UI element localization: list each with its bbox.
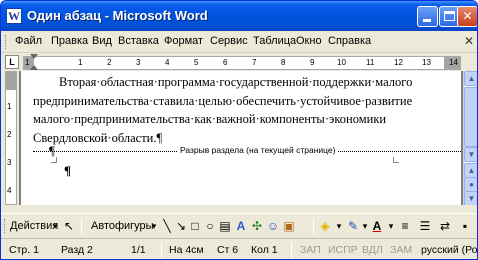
ruler-number: 8 (281, 58, 286, 67)
ruler-number: 7 (252, 58, 257, 67)
paragraph-line: малого·предпринимательства·как·важной·ко… (33, 112, 387, 126)
ruler-number: 1 (25, 58, 30, 67)
oval-tool-icon[interactable]: ○ (202, 218, 218, 234)
ruler-number: 14 (449, 58, 458, 67)
wordart-icon[interactable]: A (233, 218, 249, 234)
text-cursor-pilcrow: ¶ (64, 163, 72, 178)
tab-stop-selector[interactable]: L (5, 55, 19, 69)
vertical-ruler-bar: 1 2 3 4 (5, 71, 17, 205)
status-separator (161, 242, 162, 258)
menu-format[interactable]: Формат (164, 35, 203, 47)
vruler-number: 4 (7, 186, 12, 195)
minimize-icon (423, 19, 431, 22)
status-line[interactable]: Ст 6 (217, 244, 238, 256)
ruler-number: 2 (107, 58, 112, 67)
paragraph[interactable]: Вторая·областная·программа·государственн… (33, 73, 461, 147)
document-close-icon[interactable]: ✕ (463, 34, 475, 48)
menu-tools[interactable]: Сервис (210, 35, 248, 47)
text-boundary-corner (393, 157, 399, 163)
minimize-button[interactable] (417, 6, 438, 27)
word-window: W Один абзац - Microsoft Word ✕ Файл Пра… (0, 0, 478, 260)
ruler-number: 4 (165, 58, 170, 67)
line-style-icon[interactable]: ≡ (397, 218, 413, 234)
hanging-indent-marker[interactable] (30, 65, 38, 70)
scroll-down-button[interactable]: ▼ (464, 147, 477, 162)
close-button[interactable]: ✕ (457, 6, 477, 27)
select-objects-icon[interactable]: ↖ (61, 218, 77, 234)
first-line-indent-marker[interactable] (30, 54, 38, 59)
autoshapes-menu[interactable]: Автофигуры (91, 220, 154, 232)
status-page[interactable]: Стр. 1 (9, 244, 39, 256)
vertical-ruler-top-margin (6, 72, 16, 90)
ruler-number: 10 (337, 58, 346, 67)
document-area: Вторая·областная·программа·государственн… (19, 71, 463, 205)
ruler-number: 6 (223, 58, 228, 67)
maximize-icon (444, 11, 455, 21)
menu-file[interactable]: Файл (15, 35, 42, 47)
ruler-number: 1 (78, 58, 83, 67)
status-pages[interactable]: 1/1 (131, 244, 146, 256)
menu-bar: Файл Правка Вид Вставка Формат Сервис Та… (1, 31, 477, 53)
scroll-up-button[interactable]: ▲ (464, 71, 477, 86)
status-trk[interactable]: ИСПР (328, 244, 358, 256)
status-column[interactable]: Кол 1 (251, 244, 278, 256)
dash-style-icon[interactable]: ☰ (417, 218, 433, 234)
menu-edit[interactable]: Правка (51, 35, 88, 47)
status-language[interactable]: русский (Ро (421, 244, 477, 256)
section-break-label: Разрыв раздела (на текущей странице) (178, 145, 338, 155)
status-rec[interactable]: ЗАП (300, 244, 321, 256)
horizontal-scroll-strip (1, 205, 477, 213)
diagram-icon[interactable]: ✣ (249, 218, 265, 234)
text-boundary-corner (51, 157, 57, 163)
select-browse-object-button[interactable]: ● (464, 177, 477, 192)
menu-view[interactable]: Вид (92, 35, 112, 47)
status-bar: Стр. 1 Разд 2 1/1 На 4см Ст 6 Кол 1 ЗАП … (1, 238, 477, 259)
scroll-thumb[interactable] (464, 87, 477, 147)
status-ext[interactable]: ВДЛ (362, 244, 383, 256)
menu-insert[interactable]: Вставка (118, 35, 159, 47)
ruler-number: 9 (310, 58, 315, 67)
status-section[interactable]: Разд 2 (61, 244, 93, 256)
arrow-style-icon[interactable]: ⇄ (437, 218, 453, 234)
vertical-ruler[interactable]: 1 2 3 4 (1, 71, 19, 205)
ruler-number: 12 (394, 58, 403, 67)
ruler-right-cap (463, 55, 477, 71)
clip-art-icon[interactable]: ☺ (265, 218, 281, 234)
horizontal-ruler[interactable]: 1 1 2 3 4 5 6 7 8 9 10 11 12 13 14 (23, 54, 461, 70)
rectangle-tool-icon[interactable]: □ (187, 218, 203, 234)
status-separator (291, 242, 292, 258)
vruler-number: 1 (7, 102, 12, 111)
ruler-number: 3 (136, 58, 141, 67)
title-bar[interactable]: W Один абзац - Microsoft Word ✕ (1, 1, 477, 31)
status-at[interactable]: На 4см (169, 244, 204, 256)
toolbar-separator (81, 218, 82, 234)
text-box-icon[interactable]: ▤ (217, 218, 233, 234)
paragraph-line: Вторая·областная·программа·государственн… (59, 75, 413, 89)
next-page-button[interactable]: ▼ (464, 191, 477, 206)
window-title: Один абзац - Microsoft Word (27, 8, 208, 23)
toolbar-grip[interactable] (4, 219, 7, 233)
toolbar-separator (313, 218, 314, 234)
shadow-style-icon[interactable]: ▪ (457, 218, 473, 234)
menu-grip[interactable] (5, 35, 8, 49)
drawing-toolbar: Действия ▾ ↖ Автофигуры ▾ ╲ ↘ □ ○ ▤ A ✣ … (1, 213, 477, 237)
menu-table[interactable]: Таблица (253, 35, 296, 47)
word-app-icon[interactable]: W (6, 8, 22, 24)
previous-page-button[interactable]: ▲ (464, 163, 477, 178)
menu-window[interactable]: Окно (296, 35, 322, 47)
vruler-number: 3 (7, 158, 12, 167)
paragraph-line: предпринимательства·ставила·целью·обеспе… (33, 93, 413, 108)
ruler-number: 5 (194, 58, 199, 67)
vertical-scrollbar[interactable]: ▲ ▼ ▲ ● ▼ (463, 71, 477, 206)
ruler-number: 11 (366, 58, 375, 67)
horizontal-ruler-row: L 1 1 2 3 4 5 6 7 8 9 10 11 12 13 14 (1, 54, 477, 71)
menu-help[interactable]: Справка (328, 35, 371, 47)
document-page[interactable]: Вторая·областная·программа·государственн… (21, 71, 461, 205)
picture-icon[interactable]: ▣ (281, 218, 297, 234)
close-icon: ✕ (462, 9, 473, 23)
status-ovr[interactable]: ЗАМ (390, 244, 412, 256)
ruler-number: 13 (422, 58, 431, 67)
vruler-number: 2 (7, 130, 12, 139)
